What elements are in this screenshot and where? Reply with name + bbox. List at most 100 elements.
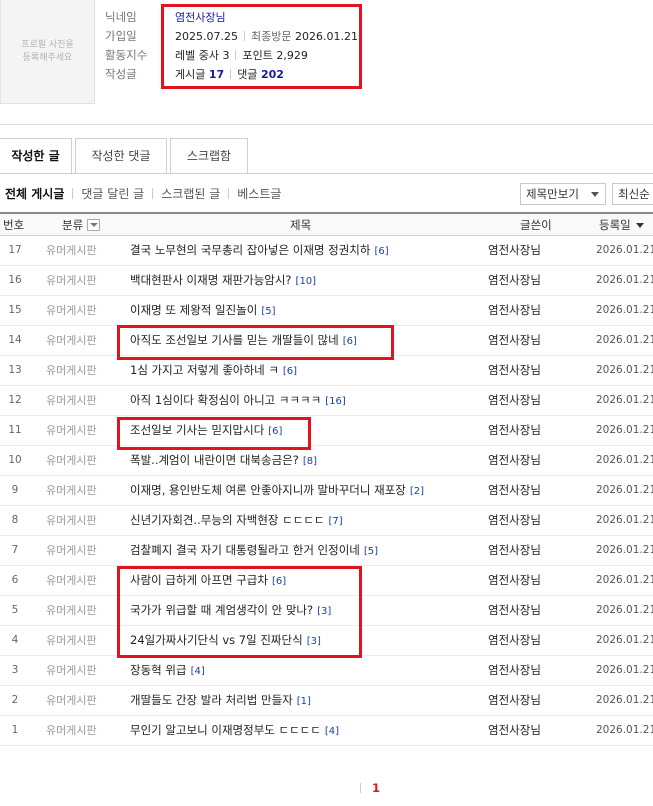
post-title[interactable]: 신년기자회견..무능의 자백현장 ㄷㄷㄷㄷ (130, 513, 324, 527)
post-title[interactable]: 폭발..계엄이 내란이면 대북송금은? (130, 453, 299, 467)
post-comment-count[interactable]: [3] (317, 606, 331, 617)
post-category[interactable]: 유머게시판 (46, 716, 97, 745)
post-title[interactable]: 아직 1심이다 확정심이 아니고 ㅋㅋㅋㅋ (130, 393, 321, 407)
post-comment-count[interactable]: [6] (268, 426, 282, 437)
post-author[interactable]: 염전사장님 (488, 446, 541, 475)
post-count[interactable]: 17 (209, 68, 224, 81)
post-title[interactable]: 이재명 또 제왕적 일진놀이 (130, 303, 257, 317)
post-title-link[interactable]: 이재명, 용인반도체 여론 안좋아지니까 말바꾸더니 재포장 [2] (130, 476, 424, 505)
post-author[interactable]: 염전사장님 (488, 416, 541, 445)
post-category[interactable]: 유머게시판 (46, 326, 97, 355)
post-author[interactable]: 염전사장님 (488, 236, 541, 265)
category-dropdown-icon[interactable] (87, 219, 101, 231)
post-category[interactable]: 유머게시판 (46, 356, 97, 385)
post-author[interactable]: 염전사장님 (488, 536, 541, 565)
post-author[interactable]: 염전사장님 (488, 266, 541, 295)
post-title[interactable]: 조선일보 기사는 믿지맙시다 (130, 423, 264, 437)
post-title-link[interactable]: 검찰폐지 결국 자기 대통령될라고 한거 인정이네 [5] (130, 536, 378, 565)
post-category[interactable]: 유머게시판 (46, 266, 97, 295)
post-title-link[interactable]: 장동혁 위급 [4] (130, 656, 205, 685)
post-comment-count[interactable]: [3] (307, 636, 321, 647)
post-category[interactable]: 유머게시판 (46, 386, 97, 415)
post-comment-count[interactable]: [6] (343, 336, 357, 347)
post-author[interactable]: 염전사장님 (488, 476, 541, 505)
post-title-link[interactable]: 폭발..계엄이 내란이면 대북송금은? [8] (130, 446, 317, 475)
post-author[interactable]: 염전사장님 (488, 626, 541, 655)
comment-count[interactable]: 202 (261, 68, 284, 81)
post-comment-count[interactable]: [10] (296, 276, 317, 287)
post-title-link[interactable]: 아직 1심이다 확정심이 아니고 ㅋㅋㅋㅋ [16] (130, 386, 346, 415)
post-author[interactable]: 염전사장님 (488, 716, 541, 745)
post-title-link[interactable]: 24일가짜사기단식 vs 7일 진짜단식 [3] (130, 626, 321, 655)
post-category[interactable]: 유머게시판 (46, 296, 97, 325)
post-comment-count[interactable]: [6] (283, 366, 297, 377)
post-title-link[interactable]: 무인기 알고보니 이재명정부도 ㄷㄷㄷㄷ [4] (130, 716, 339, 745)
post-comment-count[interactable]: [6] (272, 576, 286, 587)
nickname-value[interactable]: 염전사장님 (175, 8, 226, 27)
post-title[interactable]: 아직도 조선일보 기사를 믿는 개딸들이 많네 (130, 333, 339, 347)
post-title-link[interactable]: 아직도 조선일보 기사를 믿는 개딸들이 많네 [6] (130, 326, 357, 355)
post-category[interactable]: 유머게시판 (46, 566, 97, 595)
post-title-link[interactable]: 결국 노무현의 국무총리 잡아넣은 이재명 정권치하 [6] (130, 236, 389, 265)
post-title[interactable]: 백대현판사 이재명 재판가능암시? (130, 273, 292, 287)
post-title[interactable]: 국가가 위급할 때 계엄생각이 안 맞나? (130, 603, 313, 617)
post-title[interactable]: 사람이 급하게 아프면 구급차 (130, 573, 268, 587)
post-comment-count[interactable]: [16] (325, 396, 346, 407)
post-category[interactable]: 유머게시판 (46, 626, 97, 655)
tab-my-posts[interactable]: 작성한 글 (0, 138, 72, 175)
post-title-link[interactable]: 신년기자회견..무능의 자백현장 ㄷㄷㄷㄷ [7] (130, 506, 343, 535)
post-title[interactable]: 무인기 알고보니 이재명정부도 ㄷㄷㄷㄷ (130, 723, 321, 737)
post-author[interactable]: 염전사장님 (488, 356, 541, 385)
view-mode-select[interactable]: 제목만보기 (520, 183, 606, 205)
post-title[interactable]: 검찰폐지 결국 자기 대통령될라고 한거 인정이네 (130, 543, 360, 557)
post-author[interactable]: 염전사장님 (488, 386, 541, 415)
post-title[interactable]: 결국 노무현의 국무총리 잡아넣은 이재명 정권치하 (130, 243, 370, 257)
column-header-category[interactable]: 분류 (62, 214, 101, 236)
filter-scrapped-posts[interactable]: 스크랩된 글 (161, 187, 220, 201)
post-title-link[interactable]: 조선일보 기사는 믿지맙시다 [6] (130, 416, 282, 445)
post-category[interactable]: 유머게시판 (46, 656, 97, 685)
post-category[interactable]: 유머게시판 (46, 446, 97, 475)
post-author[interactable]: 염전사장님 (488, 686, 541, 715)
post-author[interactable]: 염전사장님 (488, 506, 541, 535)
post-author[interactable]: 염전사장님 (488, 596, 541, 625)
filter-all-posts[interactable]: 전체 게시글 (5, 187, 64, 201)
post-title-link[interactable]: 백대현판사 이재명 재판가능암시? [10] (130, 266, 316, 295)
post-category[interactable]: 유머게시판 (46, 476, 97, 505)
post-title[interactable]: 24일가짜사기단식 vs 7일 진짜단식 (130, 633, 303, 647)
post-title[interactable]: 개딸들도 간장 발라 처리법 만들자 (130, 693, 293, 707)
tab-scraps[interactable]: 스크랩함 (170, 138, 248, 174)
post-title-link[interactable]: 1심 가지고 저렇게 좋아하네 ㅋ [6] (130, 356, 297, 385)
post-category[interactable]: 유머게시판 (46, 506, 97, 535)
post-title-link[interactable]: 사람이 급하게 아프면 구급차 [6] (130, 566, 286, 595)
post-title[interactable]: 장동혁 위급 (130, 663, 187, 677)
post-comment-count[interactable]: [6] (374, 246, 388, 257)
tab-my-comments[interactable]: 작성한 댓글 (75, 138, 167, 174)
post-comment-count[interactable]: [5] (261, 306, 275, 317)
post-title-link[interactable]: 개딸들도 간장 발라 처리법 만들자 [1] (130, 686, 311, 715)
post-comment-count[interactable]: [7] (328, 516, 342, 527)
post-comment-count[interactable]: [4] (325, 726, 339, 737)
post-author[interactable]: 염전사장님 (488, 656, 541, 685)
column-header-date[interactable]: 등록일 (599, 214, 644, 236)
post-comment-count[interactable]: [4] (191, 666, 205, 677)
post-author[interactable]: 염전사장님 (488, 326, 541, 355)
post-author[interactable]: 염전사장님 (488, 296, 541, 325)
post-title[interactable]: 1심 가지고 저렇게 좋아하네 ㅋ (130, 363, 279, 377)
post-category[interactable]: 유머게시판 (46, 416, 97, 445)
filter-best-posts[interactable]: 베스트글 (237, 187, 281, 201)
post-category[interactable]: 유머게시판 (46, 236, 97, 265)
post-title-link[interactable]: 국가가 위급할 때 계엄생각이 안 맞나? [3] (130, 596, 331, 625)
sort-order-select[interactable]: 최신순 (612, 183, 653, 205)
post-title[interactable]: 이재명, 용인반도체 여론 안좋아지니까 말바꾸더니 재포장 (130, 483, 406, 497)
post-title-link[interactable]: 이재명 또 제왕적 일진놀이 [5] (130, 296, 276, 325)
page-current[interactable]: 1 (372, 781, 380, 795)
post-category[interactable]: 유머게시판 (46, 536, 97, 565)
filter-commented-posts[interactable]: 댓글 달린 글 (81, 187, 144, 201)
post-category[interactable]: 유머게시판 (46, 686, 97, 715)
post-author[interactable]: 염전사장님 (488, 566, 541, 595)
post-comment-count[interactable]: [2] (410, 486, 424, 497)
post-comment-count[interactable]: [5] (364, 546, 378, 557)
post-comment-count[interactable]: [8] (303, 456, 317, 467)
post-category[interactable]: 유머게시판 (46, 596, 97, 625)
